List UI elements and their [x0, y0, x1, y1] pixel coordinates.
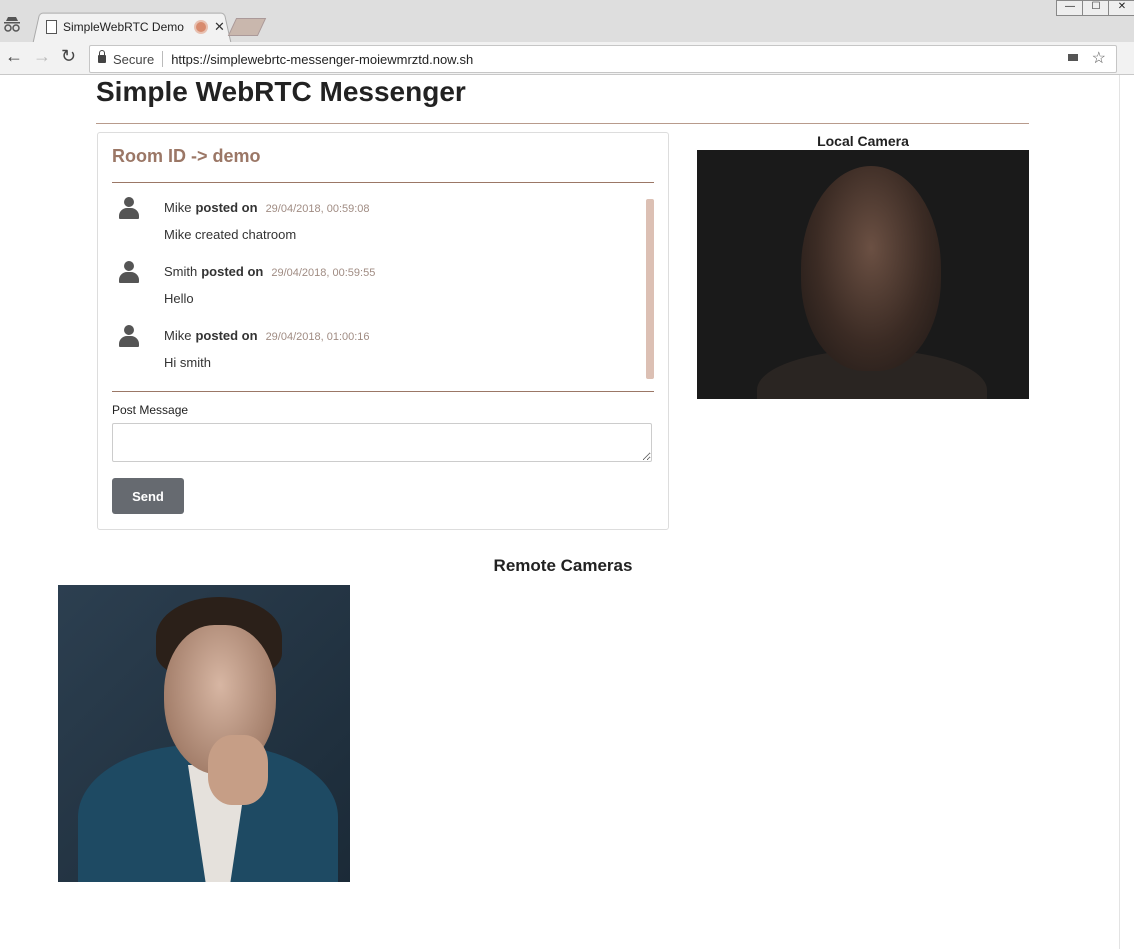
message-author: Smith — [164, 264, 198, 279]
list-item: Mike posted on 29/04/2018, 00:59:08 Mike c… — [112, 195, 632, 255]
message-timestamp: 29/04/2018, 00:59:08 — [265, 203, 370, 215]
bookmark-star-icon[interactable]: ☆ — [1092, 48, 1106, 68]
user-avatar-icon — [118, 197, 140, 219]
posted-on-label: posted on — [201, 264, 264, 279]
recording-icon — [195, 22, 206, 32]
message-author: Mike — [164, 200, 192, 215]
post-message-label: Post Message — [112, 403, 189, 417]
url-text[interactable]: https://simplewebrtc-messenger-moiewmrzt… — [171, 52, 473, 67]
browser-titlebar: SimpleWebRTC Demo ✕ — ☐ ✕ — [0, 0, 1134, 44]
remote-person-hand — [208, 735, 268, 805]
minimize-button[interactable]: — — [1056, 0, 1084, 16]
omnibox-separator — [162, 51, 164, 67]
message-scrollbar[interactable] — [646, 199, 654, 379]
browser-tab-content[interactable]: SimpleWebRTC Demo ✕ — [46, 15, 225, 39]
room-divider — [112, 182, 654, 183]
reload-icon[interactable]: ↻ — [61, 46, 76, 67]
new-tab-button[interactable] — [227, 18, 267, 36]
title-divider — [96, 123, 1029, 124]
message-meta: Mike posted on 29/04/2018, 00:59:08 — [164, 200, 370, 215]
message-meta: Smith posted on 29/04/2018, 00:59:55 — [164, 264, 375, 279]
chat-panel: Room ID -> demo Mike posted on 29/04/2018,… — [97, 132, 669, 530]
message-list[interactable]: Mike posted on 29/04/2018, 00:59:08 Mike c… — [112, 195, 654, 387]
message-author: Mike — [164, 328, 192, 343]
posted-on-label: posted on — [195, 328, 258, 343]
page-title: Simple WebRTC Messenger — [96, 76, 466, 107]
user-avatar-icon — [118, 325, 140, 347]
list-item: Smith posted on 29/04/2018, 00:59:55 Hello — [112, 259, 632, 319]
security-label: Secure — [113, 51, 155, 67]
message-text: Hi smith — [164, 355, 211, 370]
message-text: Hello — [164, 291, 194, 306]
room-id-heading: Room ID -> demo — [112, 146, 261, 166]
message-timestamp: 29/04/2018, 01:00:16 — [265, 331, 370, 343]
tab-title: SimpleWebRTC Demo — [63, 20, 184, 34]
message-meta: Mike posted on 29/04/2018, 01:00:16 — [164, 328, 370, 343]
send-button[interactable]: Send — [112, 478, 184, 514]
browser-toolbar: ← → ↻ Secure https://simplewebrtc-messen… — [0, 42, 1134, 75]
page-scrollbar[interactable] — [1119, 75, 1134, 949]
compose-divider — [112, 391, 654, 392]
local-person-face — [801, 166, 941, 371]
camera-icon[interactable] — [1068, 54, 1078, 61]
address-bar[interactable]: Secure https://simplewebrtc-messenger-mo… — [89, 45, 1117, 73]
local-camera-label: Local Camera — [817, 133, 909, 149]
remote-camera-video — [58, 585, 350, 882]
lock-icon — [98, 50, 106, 63]
message-text: Mike created chatroom — [164, 227, 297, 242]
close-window-button[interactable]: ✕ — [1108, 0, 1134, 16]
remote-cameras-label: Remote Cameras — [493, 556, 633, 575]
incognito-icon — [4, 17, 20, 32]
posted-on-label: posted on — [195, 200, 258, 215]
close-tab-icon[interactable]: ✕ — [214, 19, 225, 35]
message-timestamp: 29/04/2018, 00:59:55 — [271, 267, 376, 279]
post-message-input[interactable] — [112, 423, 652, 462]
list-item: Mike posted on 29/04/2018, 01:00:16 Hi smi… — [112, 323, 632, 383]
page-icon — [46, 20, 57, 34]
user-avatar-icon — [118, 261, 140, 283]
local-camera-video — [697, 150, 1029, 399]
forward-arrow-icon[interactable]: → — [33, 46, 51, 67]
back-arrow-icon[interactable]: ← — [5, 46, 23, 67]
maximize-button[interactable]: ☐ — [1082, 0, 1110, 16]
